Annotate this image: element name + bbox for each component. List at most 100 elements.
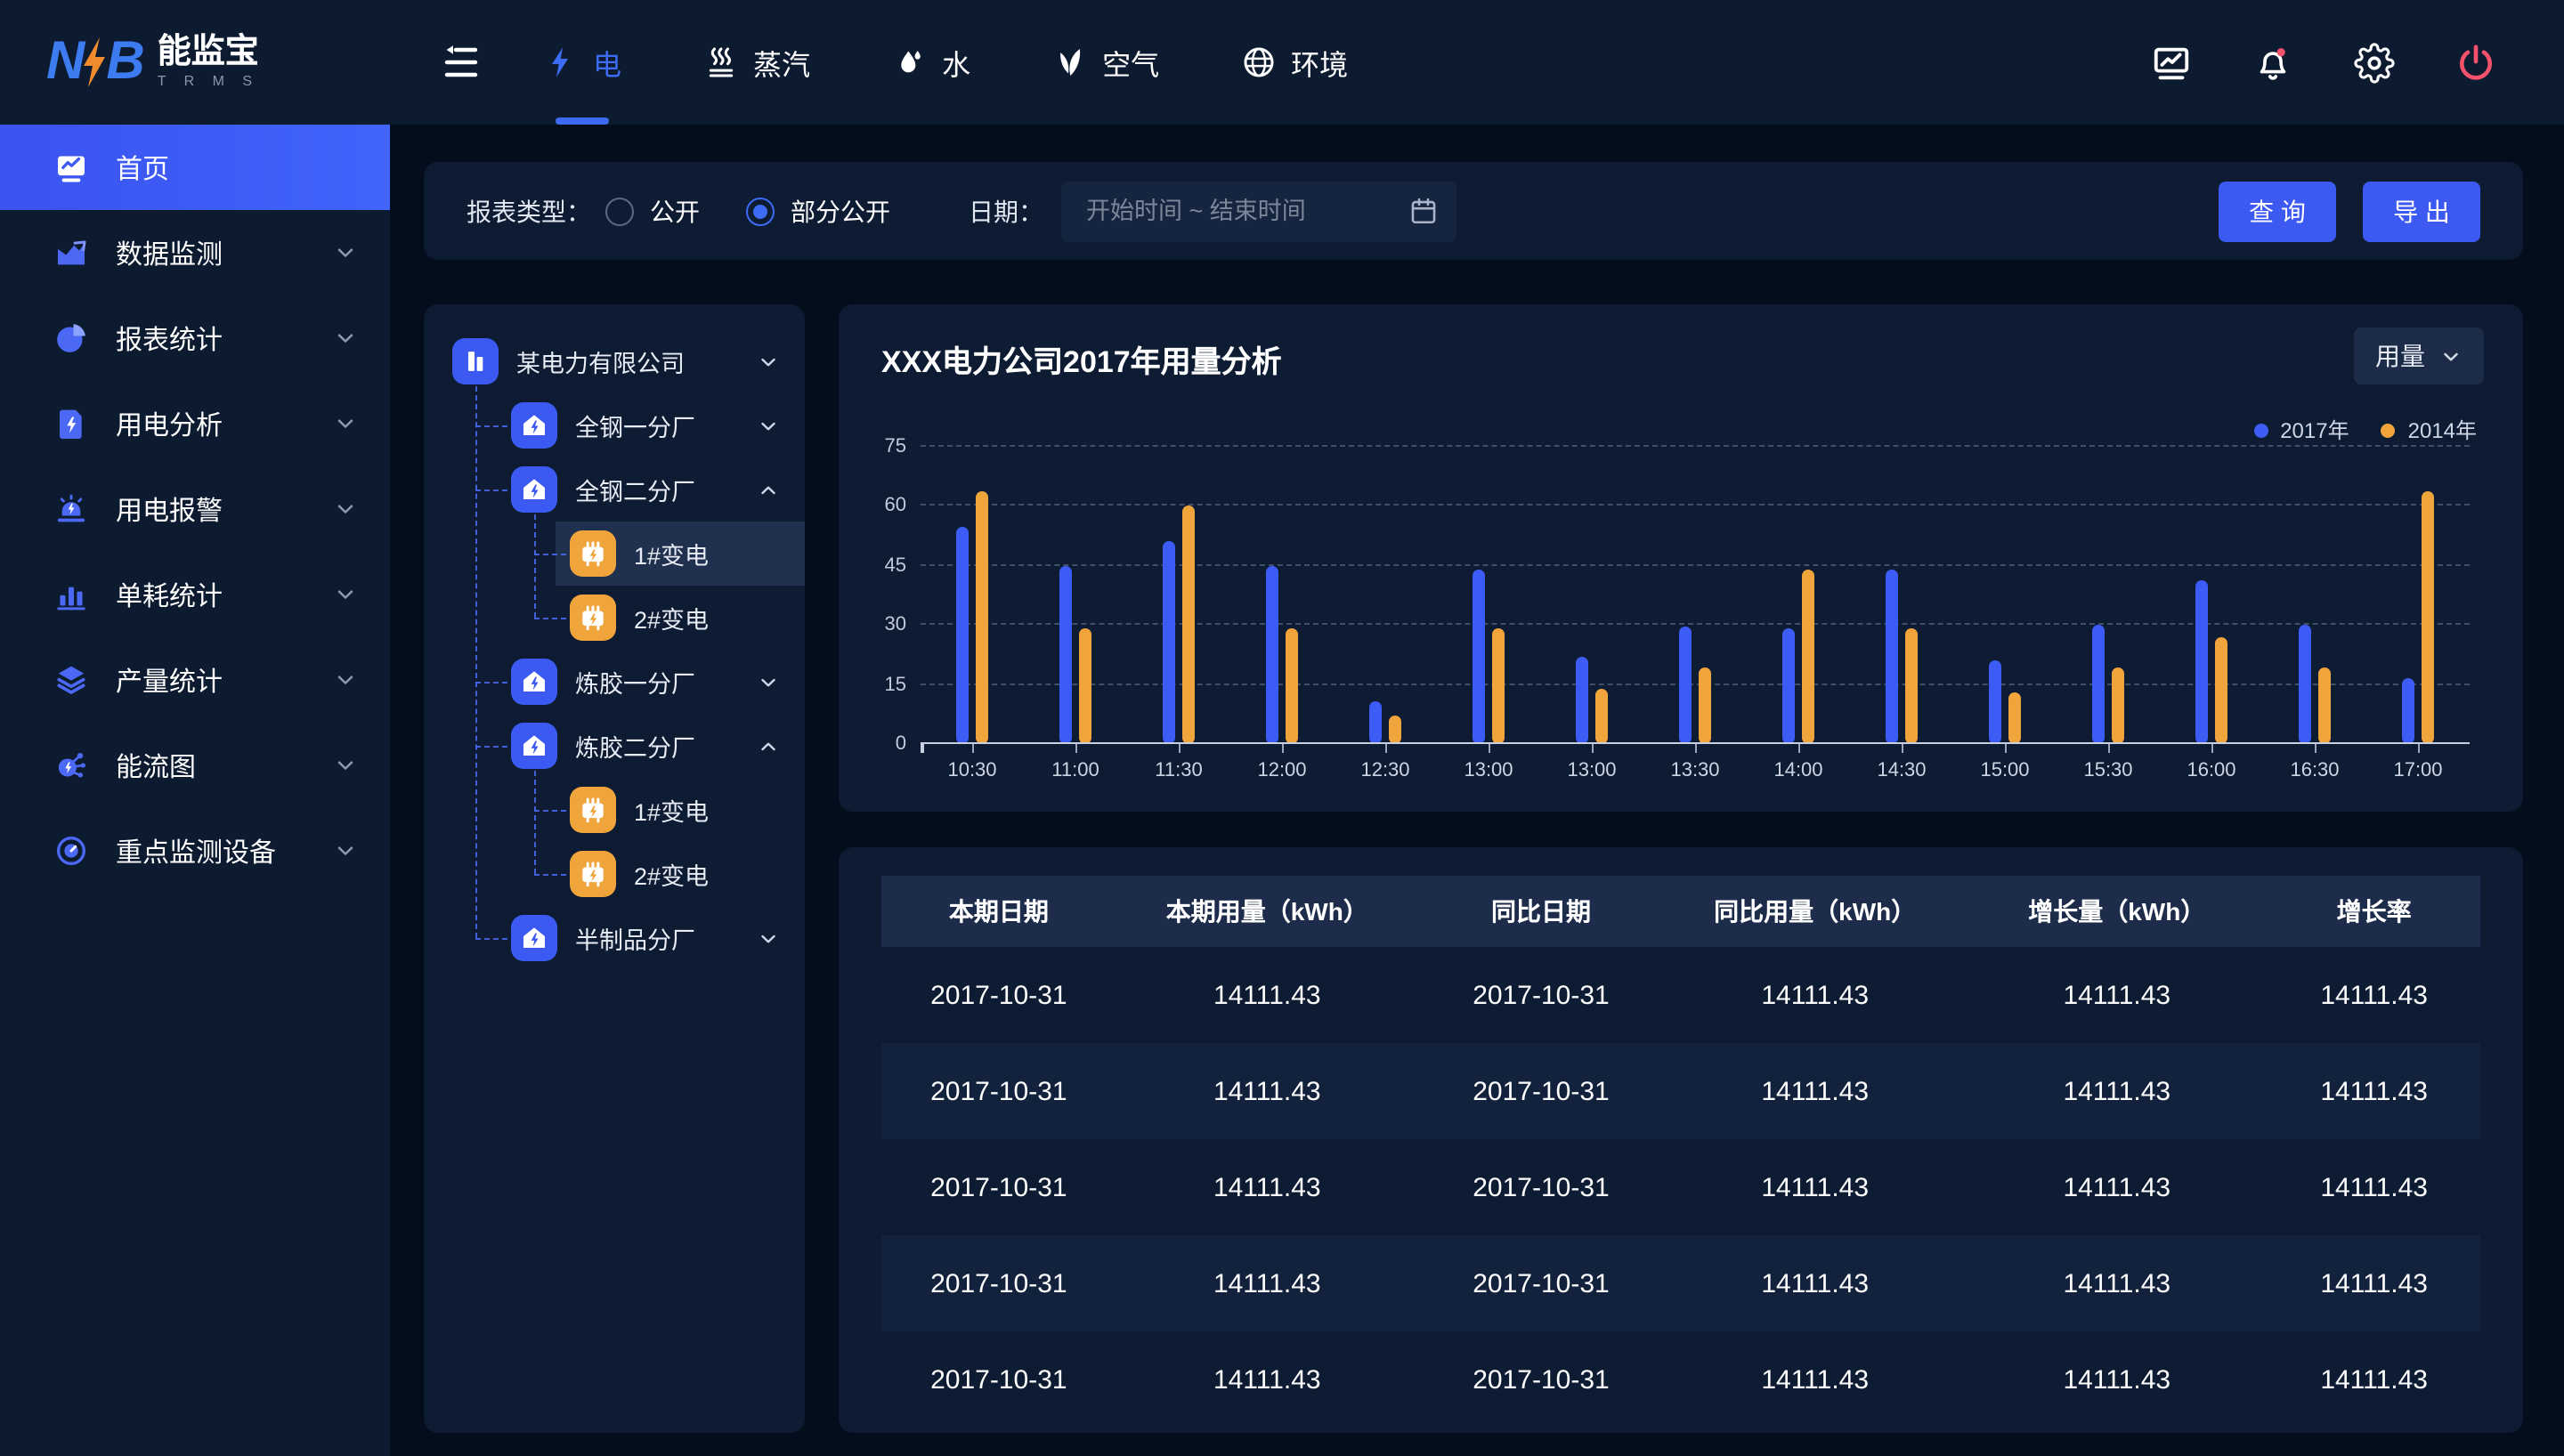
plant-icon (511, 659, 557, 705)
tree-connector-line (475, 386, 477, 938)
sidebar-item-能流图[interactable]: 能流图 (0, 723, 390, 808)
bar-group-13:30 (1643, 447, 1747, 744)
tree-node-2#变电[interactable]: 2#变电 (424, 842, 805, 906)
sidebar-item-label: 报表统计 (116, 320, 333, 357)
tab-环境[interactable]: 环境 (1241, 0, 1348, 125)
unit-selector-dropdown[interactable]: 用量 (2354, 328, 2484, 384)
table-cell: 14111.43 (1116, 1076, 1418, 1106)
bar-2017年 (956, 526, 969, 744)
gear-button[interactable] (2354, 42, 2395, 83)
legend-item-2017年[interactable]: 2017年 (2253, 415, 2349, 445)
date-range-input[interactable] (1083, 196, 1408, 226)
logo-mark: N B (46, 32, 142, 93)
legend-dot-icon (2381, 423, 2396, 437)
plant-icon (516, 920, 552, 956)
x-axis-tick (1282, 744, 1284, 753)
table-cell: 14111.43 (2268, 1172, 2480, 1202)
chevron-down-icon (333, 240, 358, 265)
chevron-down-icon[interactable] (757, 926, 780, 950)
table-cell: 2017-10-31 (1418, 1172, 1664, 1202)
x-axis-tick (1798, 744, 1800, 753)
tree-connector-line (534, 771, 536, 874)
table-row[interactable]: 2017-10-3114111.432017-10-3114111.431411… (881, 1139, 2480, 1235)
legend-dot-icon (2253, 423, 2268, 437)
radio-circle-icon[interactable] (605, 197, 634, 225)
chevron-down-icon (757, 670, 780, 693)
company-icon (458, 344, 493, 379)
sidebar-item-产量统计[interactable]: 产量统计 (0, 637, 390, 723)
sidebar-item-数据监测[interactable]: 数据监测 (0, 210, 390, 295)
sidebar-item-报表统计[interactable]: 报表统计 (0, 295, 390, 381)
y-tick-label: 45 (849, 555, 906, 577)
table-cell: 14111.43 (2268, 1364, 2480, 1395)
tab-水[interactable]: 水 (892, 0, 970, 125)
export-button[interactable]: 导 出 (2363, 181, 2480, 241)
power-button[interactable] (2455, 42, 2496, 83)
tree-node-某电力有限公司[interactable]: 某电力有限公司 (424, 329, 805, 393)
steam-icon (703, 44, 739, 80)
bar-group-10:30 (921, 447, 1024, 744)
table-cell: 2017-10-31 (1418, 1076, 1664, 1106)
bar-group-11:00 (1024, 447, 1127, 744)
calendar-icon[interactable] (1408, 196, 1439, 226)
logo-text: 能监宝 T R M S (158, 36, 259, 89)
x-tick-label: 13:00 (1540, 760, 1643, 781)
radio-公开[interactable]: 公开 (605, 193, 700, 229)
bell-button[interactable] (2252, 42, 2293, 83)
radio-部分公开[interactable]: 部分公开 (746, 193, 890, 229)
sidebar-item-单耗统计[interactable]: 单耗统计 (0, 552, 390, 637)
chevron-up-icon[interactable] (757, 734, 780, 757)
chevron-down-icon (333, 497, 358, 522)
bar-2014年 (2318, 667, 2331, 744)
chevron-down-icon[interactable] (757, 670, 780, 693)
bar-2014年 (1389, 716, 1401, 744)
table-row[interactable]: 2017-10-3114111.432017-10-3114111.431411… (881, 947, 2480, 1043)
active-tab-underline (556, 117, 609, 125)
brand-subtitle: T R M S (158, 73, 259, 89)
tree-connector-line (475, 425, 507, 427)
company-icon (452, 338, 499, 384)
radio-circle-icon[interactable] (746, 197, 775, 225)
tab-蒸汽[interactable]: 蒸汽 (703, 0, 810, 125)
chevron-up-icon[interactable] (757, 478, 780, 501)
date-range-field[interactable] (1061, 181, 1456, 241)
table-cell: 2017-10-31 (1418, 1364, 1664, 1395)
table-cell: 14111.43 (2268, 1268, 2480, 1298)
tab-电[interactable]: 电 (543, 0, 621, 125)
unit-selector-value: 用量 (2375, 338, 2425, 374)
bar-group-12:30 (1334, 447, 1437, 744)
bar-group-13:00 (1437, 447, 1540, 744)
bar-2014年 (1595, 689, 1608, 744)
sidebar-item-用电报警[interactable]: 用电报警 (0, 466, 390, 552)
bar-2014年 (1182, 506, 1195, 744)
tab-空气[interactable]: 空气 (1052, 0, 1159, 125)
table-row[interactable]: 2017-10-3114111.432017-10-3114111.431411… (881, 1235, 2480, 1331)
table-cell: 14111.43 (1664, 1076, 1966, 1106)
tree-node-1#变电[interactable]: 1#变电 (424, 522, 805, 586)
tree-node-2#变电[interactable]: 2#变电 (424, 586, 805, 650)
tree-connector-line (534, 874, 566, 876)
menu-collapse-button[interactable] (440, 41, 483, 84)
x-tick-label: 16:30 (2263, 760, 2366, 781)
legend-item-2014年[interactable]: 2014年 (2381, 415, 2477, 445)
table-row[interactable]: 2017-10-3114111.432017-10-3114111.431411… (881, 1331, 2480, 1428)
chevron-down-icon[interactable] (757, 414, 780, 437)
substation-icon (575, 600, 611, 635)
bar-2017年 (1059, 566, 1072, 744)
sidebar-item-重点监测设备[interactable]: 重点监测设备 (0, 808, 390, 894)
table-cell: 2017-10-31 (1418, 980, 1664, 1010)
bar-2017年 (2299, 625, 2311, 744)
sidebar-item-首页[interactable]: 首页 (0, 125, 390, 210)
table-row[interactable]: 2017-10-3114111.432017-10-3114111.431411… (881, 1043, 2480, 1139)
brand-name: 能监宝 (158, 36, 259, 71)
bar-2014年 (2008, 692, 2021, 744)
report-type-label: 报表类型： (467, 193, 591, 229)
bar-2017年 (1989, 661, 2001, 745)
chevron-down-icon[interactable] (757, 350, 780, 373)
bar-2014年 (1286, 629, 1298, 744)
tree-node-1#变电[interactable]: 1#变电 (424, 778, 805, 842)
query-button[interactable]: 查 询 (2219, 181, 2336, 241)
bar-group-14:00 (1747, 447, 1850, 744)
sidebar-item-用电分析[interactable]: 用电分析 (0, 381, 390, 466)
chart-monitor-button[interactable] (2151, 42, 2192, 83)
